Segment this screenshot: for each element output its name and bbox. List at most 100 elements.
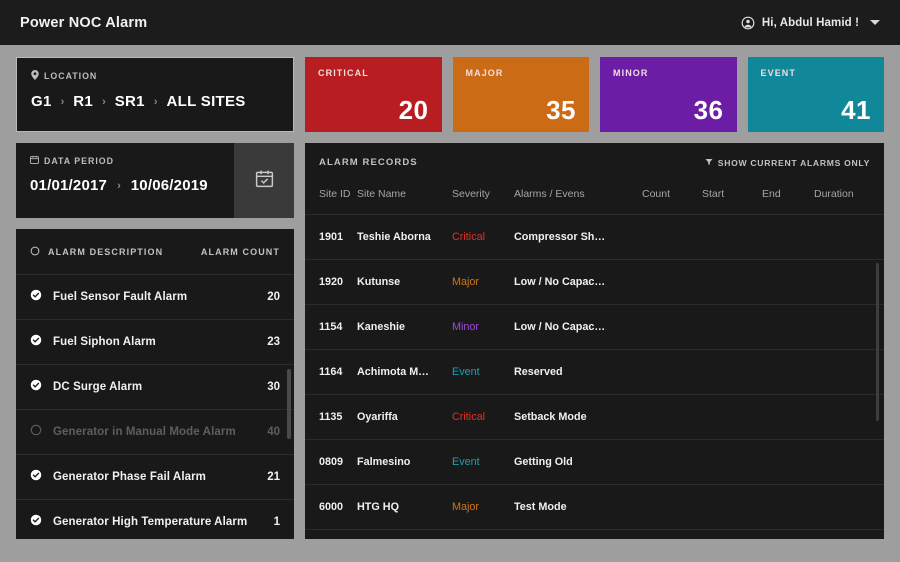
- chevron-down-icon[interactable]: [870, 20, 880, 25]
- cell-end: [762, 349, 814, 395]
- stat-card-label: CRITICAL: [318, 68, 369, 78]
- cell-severity: Event: [452, 439, 514, 485]
- cell-start: [702, 349, 762, 395]
- column-header-end[interactable]: End: [762, 180, 814, 215]
- column-header-count[interactable]: Count: [642, 180, 702, 215]
- stat-card-event[interactable]: EVENT 41: [747, 57, 884, 132]
- check-circle-icon[interactable]: [30, 468, 42, 486]
- table-header-row: Site ID Site Name Severity Alarms / Even…: [305, 180, 884, 215]
- cell-severity: Minor: [452, 304, 514, 350]
- check-circle-icon[interactable]: [30, 288, 42, 306]
- page-body: LOCATION G1 › R1 › SR1 › ALL SITES DATA …: [0, 45, 900, 549]
- circle-icon[interactable]: [30, 423, 42, 441]
- cell-end: [762, 394, 814, 440]
- date-picker-button[interactable]: [234, 143, 294, 218]
- alarm-description-name: Fuel Sensor Fault Alarm: [53, 291, 188, 303]
- cell-site-id: 0809: [305, 439, 357, 485]
- alarm-records-scrollbar[interactable]: [876, 263, 879, 421]
- alarm-description-row-left: Generator High Temperature Alarm: [30, 513, 247, 531]
- table-row[interactable]: 1135 Oyariffa Critical Setback Mode: [305, 394, 884, 440]
- table-row[interactable]: 6000 HTG HQ Major Test Mode: [305, 484, 884, 530]
- location-label-row: LOCATION: [31, 70, 279, 82]
- alarm-description-header[interactable]: ALARM DESCRIPTION ALARM COUNT: [16, 229, 294, 275]
- cell-count: [642, 394, 702, 440]
- cell-count: [642, 349, 702, 395]
- alarm-description-name: Generator in Manual Mode Alarm: [53, 426, 236, 438]
- cell-alarm: Low / No Capac…: [514, 304, 642, 350]
- cell-end: [762, 304, 814, 350]
- column-header-start[interactable]: Start: [702, 180, 762, 215]
- table-row[interactable]: 1920 Kutunse Major Low / No Capac…: [305, 259, 884, 305]
- cell-site-id: 1154: [305, 304, 357, 350]
- table-row[interactable]: 1901 Teshie Aborna Critical Compressor Sh…: [305, 214, 884, 260]
- alarm-records-table-head: Site ID Site Name Severity Alarms / Even…: [305, 180, 884, 215]
- alarm-description-row-left: Generator in Manual Mode Alarm: [30, 423, 236, 441]
- user-circle-icon: [741, 16, 755, 30]
- breadcrumb-item-sr1[interactable]: SR1: [115, 93, 145, 110]
- alarm-description-count: 1: [273, 516, 280, 528]
- cell-count: [642, 304, 702, 350]
- column-header-site-id[interactable]: Site ID: [305, 180, 357, 215]
- column-header-site-name[interactable]: Site Name: [357, 180, 452, 215]
- column-header-duration[interactable]: Duration: [814, 180, 884, 215]
- alarm-records-panel: ALARM RECORDS SHOW CURRENT ALARMS ONLY S…: [305, 143, 884, 539]
- circle-icon[interactable]: [30, 243, 40, 261]
- cell-alarm: Setback Mode: [514, 394, 642, 440]
- show-current-alarms-only-label: SHOW CURRENT ALARMS ONLY: [717, 157, 870, 168]
- alarm-description-row[interactable]: Generator in Manual Mode Alarm 40: [16, 410, 294, 455]
- cell-start: [702, 394, 762, 440]
- cell-start: [702, 439, 762, 485]
- alarm-description-row[interactable]: DC Surge Alarm 30: [16, 365, 294, 410]
- cell-duration: [814, 259, 884, 305]
- user-greeting: Hi, Abdul Hamid !: [761, 16, 859, 29]
- data-period-end[interactable]: 10/06/2019: [131, 177, 208, 194]
- stat-card-label: MAJOR: [465, 68, 504, 78]
- stat-card-minor[interactable]: MINOR 36: [600, 57, 737, 132]
- data-period-main: DATA PERIOD 01/01/2017 › 10/06/2019: [16, 143, 234, 218]
- cell-severity: Major: [452, 259, 514, 305]
- stat-card-major[interactable]: MAJOR 35: [452, 57, 589, 132]
- alarm-description-name: DC Surge Alarm: [53, 381, 143, 393]
- cell-end: [762, 484, 814, 530]
- table-row[interactable]: 1154 Kaneshie Minor Low / No Capac…: [305, 304, 884, 350]
- calendar-check-icon: [254, 168, 275, 194]
- location-card[interactable]: LOCATION G1 › R1 › SR1 › ALL SITES: [16, 57, 294, 132]
- cell-start: [702, 214, 762, 260]
- cell-alarm: Compressor Sh…: [514, 214, 642, 260]
- breadcrumb-item-all-sites[interactable]: ALL SITES: [167, 93, 246, 110]
- breadcrumb-item-g1[interactable]: G1: [31, 93, 52, 110]
- user-menu[interactable]: Hi, Abdul Hamid !: [741, 16, 880, 30]
- table-row[interactable]: 1164 Achimota M… Event Reserved: [305, 349, 884, 395]
- alarm-description-row[interactable]: Fuel Siphon Alarm 23: [16, 320, 294, 365]
- column-header-alarms-evens[interactable]: Alarms / Evens: [514, 180, 642, 215]
- show-current-alarms-only-button[interactable]: SHOW CURRENT ALARMS ONLY: [705, 158, 870, 168]
- alarm-description-row[interactable]: Fuel Sensor Fault Alarm 20: [16, 275, 294, 320]
- cell-count: [642, 484, 702, 530]
- alarm-description-list: Fuel Sensor Fault Alarm 20 Fuel Siphon Ala…: [16, 275, 294, 539]
- alarm-description-count: 40: [267, 426, 280, 438]
- column-header-severity[interactable]: Severity: [452, 180, 514, 215]
- cell-severity: Critical: [452, 214, 514, 260]
- cell-duration: [814, 349, 884, 395]
- data-period-label-row: DATA PERIOD: [30, 155, 220, 166]
- table-row[interactable]: 0809 Falmesino Event Getting Old: [305, 439, 884, 485]
- cell-site-id: 6000: [305, 484, 357, 530]
- data-period-start[interactable]: 01/01/2017: [30, 177, 107, 194]
- check-circle-icon[interactable]: [30, 513, 42, 531]
- cell-duration: [814, 304, 884, 350]
- alarm-description-row[interactable]: Generator Phase Fail Alarm 21: [16, 455, 294, 500]
- check-circle-icon[interactable]: [30, 378, 42, 396]
- cell-alarm: Test Mode: [514, 484, 642, 530]
- alarm-description-scrollbar[interactable]: [287, 369, 291, 439]
- cell-count: [642, 259, 702, 305]
- cell-site-name: Teshie Aborna: [357, 214, 452, 260]
- stat-card-critical[interactable]: CRITICAL 20: [305, 57, 442, 132]
- cell-site-id: 1920: [305, 259, 357, 305]
- cell-start: [702, 304, 762, 350]
- breadcrumb-item-r1[interactable]: R1: [73, 93, 93, 110]
- alarm-records-table: Site ID Site Name Severity Alarms / Even…: [305, 180, 884, 530]
- alarm-description-row[interactable]: Generator High Temperature Alarm 1: [16, 500, 294, 539]
- alarm-description-name: Generator Phase Fail Alarm: [53, 471, 207, 483]
- check-circle-icon[interactable]: [30, 333, 42, 351]
- cell-start: [702, 484, 762, 530]
